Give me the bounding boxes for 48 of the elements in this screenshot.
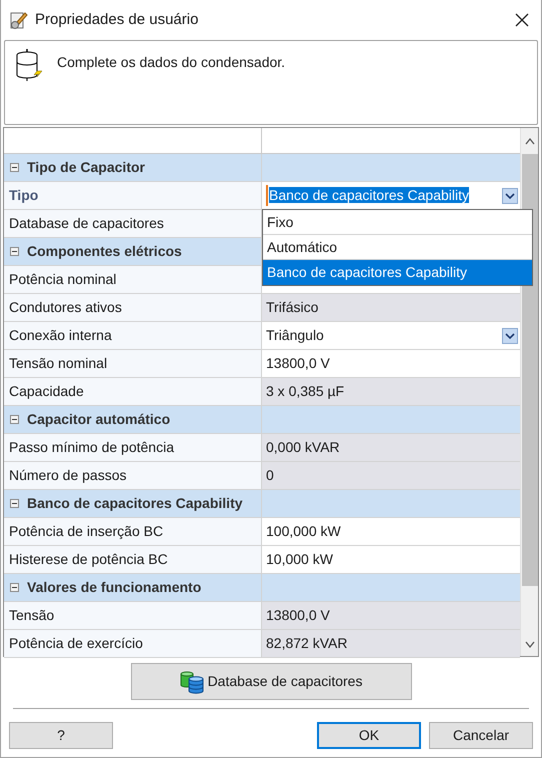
dialog-button[interactable]: OK <box>317 722 421 749</box>
collapse-icon[interactable] <box>10 163 19 172</box>
dropdown-option[interactable]: Fixo <box>263 210 532 235</box>
section-header: Banco de capacitores Capability <box>27 494 243 513</box>
app-icon <box>9 10 29 30</box>
section-header: Componentes elétricos <box>27 242 182 261</box>
value-text[interactable]: Triângulo <box>266 325 324 346</box>
dialog-button[interactable]: Cancelar <box>429 722 533 749</box>
property-label[interactable]: Tensão <box>4 602 262 629</box>
collapse-icon[interactable] <box>10 583 19 592</box>
database-icon <box>180 670 204 694</box>
dropdown-icon[interactable] <box>502 188 518 204</box>
property-label[interactable]: Tipo <box>4 182 262 209</box>
property-label[interactable]: Passo mínimo de potência <box>4 434 262 461</box>
value-text: Trifásico <box>266 298 318 317</box>
value-text: 82,872 kVAR <box>266 634 348 653</box>
property-label[interactable]: Tensão nominal <box>4 350 262 377</box>
collapse-icon[interactable] <box>10 247 19 256</box>
value-text[interactable]: 13800,0 V <box>266 353 330 374</box>
section-header: Capacitor automático <box>27 410 170 429</box>
section-header: Tipo de Capacitor <box>27 158 145 177</box>
property-label[interactable]: Capacidade <box>4 378 262 405</box>
collapse-icon[interactable] <box>10 415 19 424</box>
dropdown-icon[interactable] <box>502 328 518 344</box>
property-label[interactable]: Condutores ativos <box>4 294 262 321</box>
property-label[interactable]: Potência de inserção BC <box>4 518 262 545</box>
property-label[interactable]: Conexão interna <box>4 322 262 349</box>
capacitor-icon <box>15 49 43 81</box>
section-header: Valores de funcionamento <box>27 578 202 597</box>
dialog-button[interactable]: ? <box>9 722 113 749</box>
property-label[interactable]: Database de capacitores <box>4 210 262 237</box>
property-label[interactable]: Histerese de potência BC <box>4 546 262 573</box>
collapse-icon[interactable] <box>10 499 19 508</box>
value-text: 0 <box>266 466 274 485</box>
message-text: Complete os dados do condensador. <box>57 53 286 72</box>
value-text[interactable]: 100,000 kW <box>266 521 341 542</box>
value-text[interactable]: 10,000 kW <box>266 549 333 570</box>
value-text: 3 x 0,385 µF <box>266 382 344 401</box>
database-button[interactable]: Database de capacitores <box>130 663 412 700</box>
close-icon[interactable] <box>515 13 529 27</box>
property-label[interactable]: Potência nominal <box>4 266 262 293</box>
property-label[interactable]: Número de passos <box>4 462 262 489</box>
value-field[interactable]: Banco de capacitores Capability <box>266 185 470 206</box>
dropdown-option[interactable]: Banco de capacitores Capability <box>263 260 532 285</box>
value-text: 13800,0 V <box>266 606 330 625</box>
value-text: 0,000 kVAR <box>266 438 340 457</box>
window-title: Propriedades de usuário <box>35 10 198 30</box>
property-label[interactable]: Potência de exercício <box>4 630 262 657</box>
